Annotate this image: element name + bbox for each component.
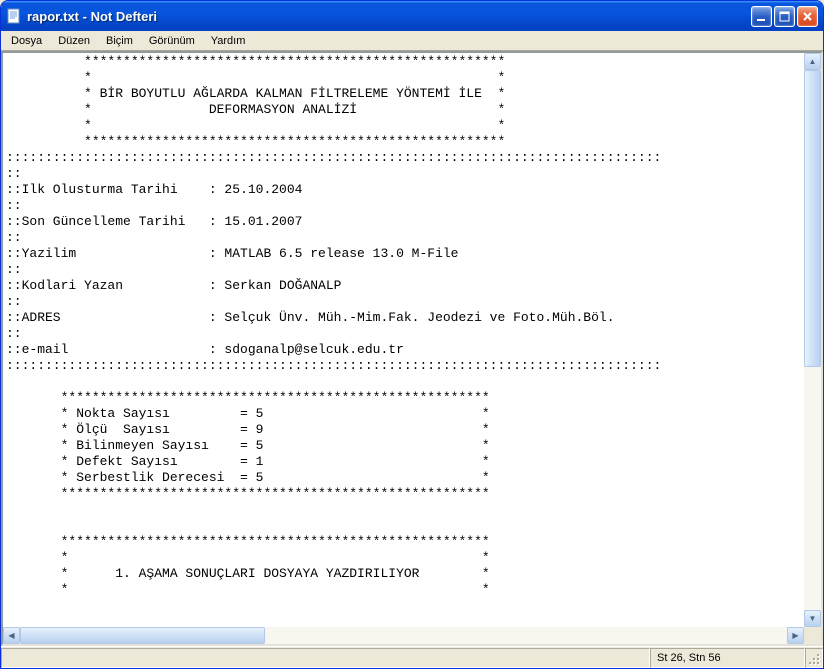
menu-edit[interactable]: Düzen [50,33,98,49]
menu-file[interactable]: Dosya [3,33,50,49]
titlebar[interactable]: rapor.txt - Not Defteri [1,1,823,31]
editor-area: ****************************************… [1,51,823,646]
window-title: rapor.txt - Not Defteri [27,9,751,24]
arrow-down-icon: ▼ [809,615,817,623]
cursor-position: St 26, Stn 56 [650,648,805,668]
maximize-button[interactable] [774,6,795,27]
arrow-left-icon: ◀ [8,632,14,640]
scroll-up-button[interactable]: ▲ [804,53,821,70]
menu-format[interactable]: Biçim [98,33,141,49]
status-spacer [1,648,650,668]
vertical-scrollbar[interactable]: ▲ ▼ [804,53,821,627]
scroll-corner [804,627,821,644]
vertical-scroll-thumb[interactable] [804,70,821,367]
horizontal-scroll-thumb[interactable] [20,627,265,644]
horizontal-scrollbar[interactable]: ◀ ▶ [3,627,804,644]
menu-view[interactable]: Görünüm [141,33,203,49]
arrow-up-icon: ▲ [809,58,817,66]
horizontal-scrollbar-row: ◀ ▶ [3,627,821,644]
minimize-button[interactable] [751,6,772,27]
menubar: Dosya Düzen Biçim Görünüm Yardım [1,31,823,51]
scroll-down-button[interactable]: ▼ [804,610,821,627]
notepad-window: rapor.txt - Not Defteri Dosya Düzen Biçi… [0,0,824,669]
resize-grip[interactable] [805,648,823,668]
text-viewport: ****************************************… [3,53,821,627]
scroll-right-button[interactable]: ▶ [787,627,804,644]
notepad-icon [6,8,22,24]
scroll-left-button[interactable]: ◀ [3,627,20,644]
window-controls [751,6,818,27]
vertical-scroll-track[interactable] [804,70,821,610]
statusbar: St 26, Stn 56 [1,646,823,668]
horizontal-scroll-track[interactable] [20,627,787,644]
close-button[interactable] [797,6,818,27]
arrow-right-icon: ▶ [792,632,798,640]
text-content[interactable]: ****************************************… [3,53,804,627]
menu-help[interactable]: Yardım [203,33,254,49]
